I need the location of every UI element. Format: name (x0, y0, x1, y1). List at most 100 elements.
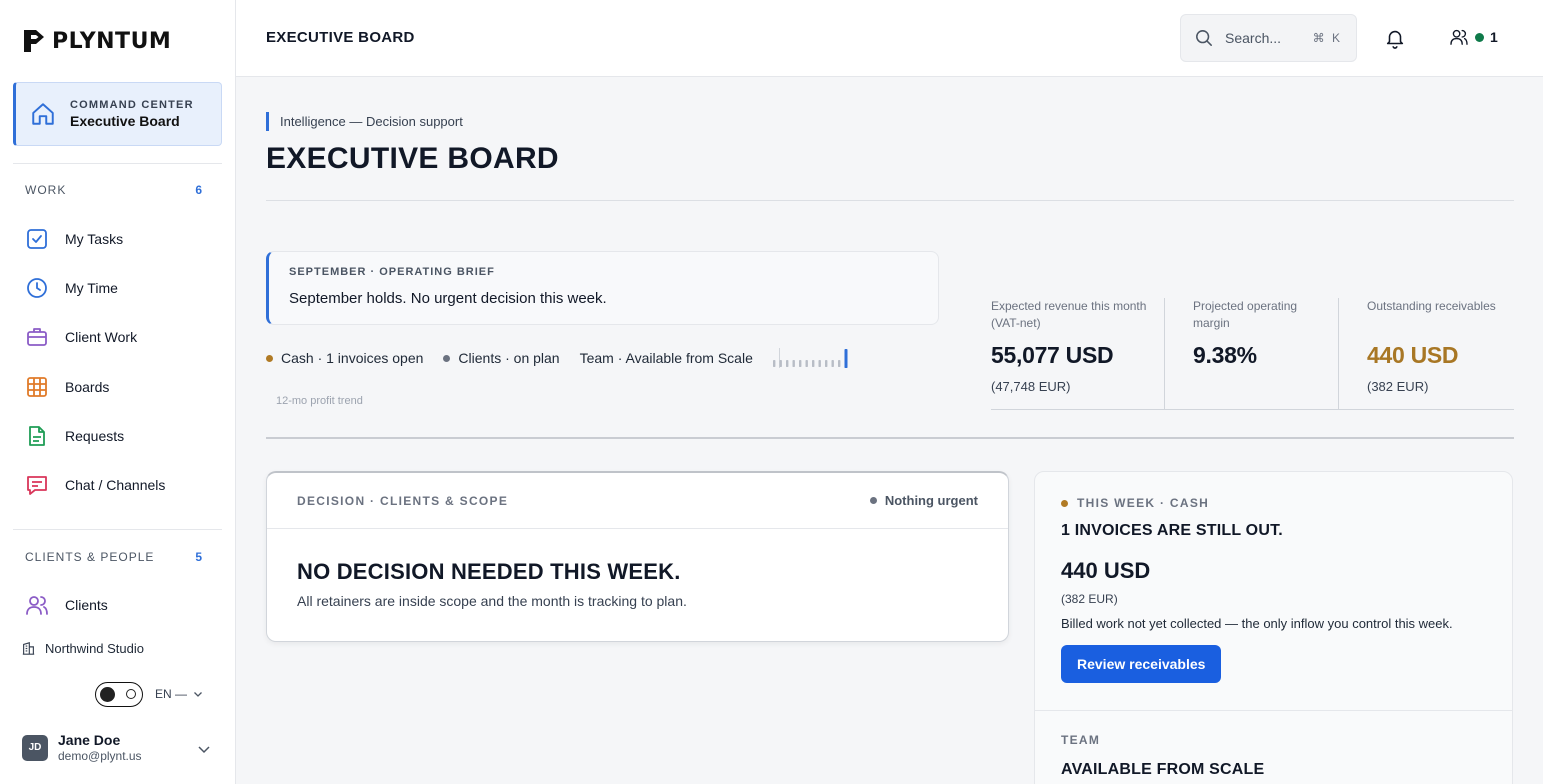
trend-bar (805, 360, 808, 367)
sidebar-item-label: Chat / Channels (65, 477, 166, 493)
sidebar-item-chat-channels[interactable]: Chat / Channels (25, 469, 215, 501)
document-icon (29, 426, 45, 446)
signal-clients[interactable]: Clients · on plan (443, 350, 560, 366)
trend-bar (792, 360, 795, 367)
team-title: AVAILABLE FROM SCALE (1061, 761, 1265, 778)
brand-logo[interactable]: PLYNTUM (22, 28, 171, 54)
brief-kicker: SEPTEMBER · OPERATING BRIEF (289, 266, 495, 278)
sidebar-item-client-work[interactable]: Client Work (25, 321, 215, 353)
kpi-outstanding-receivables: Outstanding receivables 440 USD (382 EUR… (1339, 298, 1513, 409)
building-icon (22, 642, 35, 655)
signal-label: Clients · on plan (458, 350, 560, 366)
theme-toggle[interactable] (95, 682, 143, 707)
sidebar-item-label: Client Work (65, 329, 138, 345)
sidebar-item-boards[interactable]: Boards (25, 371, 215, 403)
kpi-label: Expected revenue this month (VAT-net) (991, 299, 1147, 330)
trend-bar (844, 349, 848, 368)
kpi-value: 55,077 USD (991, 342, 1114, 368)
sidebar-divider (13, 163, 222, 164)
cash-kicker-label: THIS WEEK · CASH (1077, 496, 1210, 510)
check-square-icon (27, 229, 47, 249)
kpi-expected-revenue: Expected revenue this month (VAT-net) 55… (991, 298, 1165, 409)
section-header-clients-people[interactable]: CLIENTS & PEOPLE 5 (25, 550, 203, 564)
command-center-item[interactable]: COMMAND CENTER Executive Board (13, 82, 222, 146)
online-dot (1475, 32, 1484, 42)
signal-dot (443, 354, 451, 362)
kpi-operating-margin: Projected operating margin 9.38% (1165, 298, 1339, 409)
decision-title: NO DECISION NEEDED THIS WEEK. (297, 559, 681, 584)
kpi-strip: Expected revenue this month (VAT-net) 55… (991, 298, 1514, 410)
status-dot (869, 497, 877, 504)
section-header-work[interactable]: WORK 6 (25, 183, 203, 197)
sidebar-item-label: My Tasks (65, 231, 124, 247)
signal-label: Cash · 1 invoices open (281, 350, 424, 366)
plyntum-logo-icon (24, 30, 44, 52)
team-kicker: TEAM (1061, 733, 1101, 747)
kpi-value: 9.38% (1193, 342, 1257, 368)
sidebar-item-label: My Time (65, 280, 118, 296)
review-receivables-button[interactable]: Review receivables (1061, 645, 1222, 683)
trend-label: 12-mo profit trend (276, 395, 363, 407)
trend-bar (818, 360, 821, 367)
header-title: EXECUTIVE BOARD (266, 29, 415, 46)
kpi-sub: (47,748 EUR) (991, 379, 1071, 394)
cash-description: Billed work not yet collected — the only… (1061, 616, 1453, 631)
presence-indicator[interactable]: 1 (1449, 29, 1498, 45)
weekly-panel: THIS WEEK · CASH 1 INVOICES ARE STILL OU… (1034, 471, 1513, 784)
search-icon (1196, 30, 1212, 46)
chat-icon (27, 476, 47, 495)
cash-title: 1 INVOICES ARE STILL OUT. (1061, 522, 1283, 539)
decision-header: DECISION · CLIENTS & SCOPE Nothing urgen… (267, 473, 1008, 529)
cash-kicker: THIS WEEK · CASH (1061, 496, 1486, 510)
presence-count: 1 (1490, 29, 1498, 45)
decision-kicker: DECISION · CLIENTS & SCOPE (297, 493, 509, 508)
bell-icon[interactable] (1384, 27, 1406, 49)
sidebar-item-my-tasks[interactable]: My Tasks (25, 223, 215, 255)
sidebar-item-my-time[interactable]: My Time (25, 272, 215, 304)
kpi-label: Outstanding receivables (1367, 299, 1496, 313)
users-icon (26, 596, 48, 615)
command-center-kicker: COMMAND CENTER (70, 99, 194, 111)
brand-name: PLYNTUM (52, 28, 172, 54)
status-label: Nothing urgent (884, 493, 978, 508)
sidebar: PLYNTUM COMMAND CENTER Executive Board W… (0, 0, 236, 784)
page-title: EXECUTIVE BOARD (266, 142, 559, 175)
profit-trend-sparkline (773, 349, 848, 368)
cash-card: THIS WEEK · CASH 1 INVOICES ARE STILL OU… (1035, 472, 1512, 711)
trend-bar (812, 360, 815, 367)
user-email: demo@plynt.us (58, 749, 142, 763)
clock-icon (27, 278, 47, 298)
section-title: WORK (25, 183, 67, 197)
section-divider (266, 437, 1514, 439)
sidebar-divider (13, 529, 222, 530)
trend-bar (773, 360, 776, 367)
trend-bar (831, 360, 834, 367)
kpi-value: 440 USD (1367, 342, 1459, 368)
section-count: 5 (195, 550, 203, 564)
signal-cash[interactable]: Cash · 1 invoices open (266, 350, 423, 366)
operating-brief: SEPTEMBER · OPERATING BRIEF September ho… (266, 251, 939, 325)
trend-bar (838, 360, 841, 367)
language-value: EN — (155, 687, 188, 701)
trend-bar (786, 360, 789, 367)
chevron-down-icon[interactable] (197, 742, 211, 756)
signal-list: Cash · 1 invoices open Clients · on plan… (266, 348, 786, 368)
signal-team[interactable]: Team · Available from Scale (580, 350, 753, 366)
board-grid-icon (27, 377, 47, 397)
users-icon (1450, 29, 1468, 45)
chevron-down-icon (194, 692, 202, 697)
home-icon (32, 103, 54, 125)
team-card: TEAM AVAILABLE FROM SCALE (1035, 711, 1512, 784)
user-menu[interactable]: JD Jane Doe demo@plynt.us (22, 732, 142, 763)
trend-bar (799, 360, 802, 367)
cash-value: 440 USD (1061, 558, 1151, 583)
workspace-switcher[interactable]: Northwind Studio (22, 641, 144, 656)
cash-sub: (382 EUR) (1061, 592, 1118, 606)
sidebar-item-requests[interactable]: Requests (25, 420, 215, 452)
breadcrumb: Intelligence — Decision support (266, 112, 463, 131)
avatar: JD (22, 734, 48, 761)
sidebar-item-clients[interactable]: Clients (25, 589, 215, 621)
top-header: EXECUTIVE BOARD Search... ⌘ K 1 (236, 0, 1543, 77)
search-input[interactable]: Search... ⌘ K (1180, 14, 1357, 62)
language-select[interactable]: EN — (155, 687, 203, 701)
